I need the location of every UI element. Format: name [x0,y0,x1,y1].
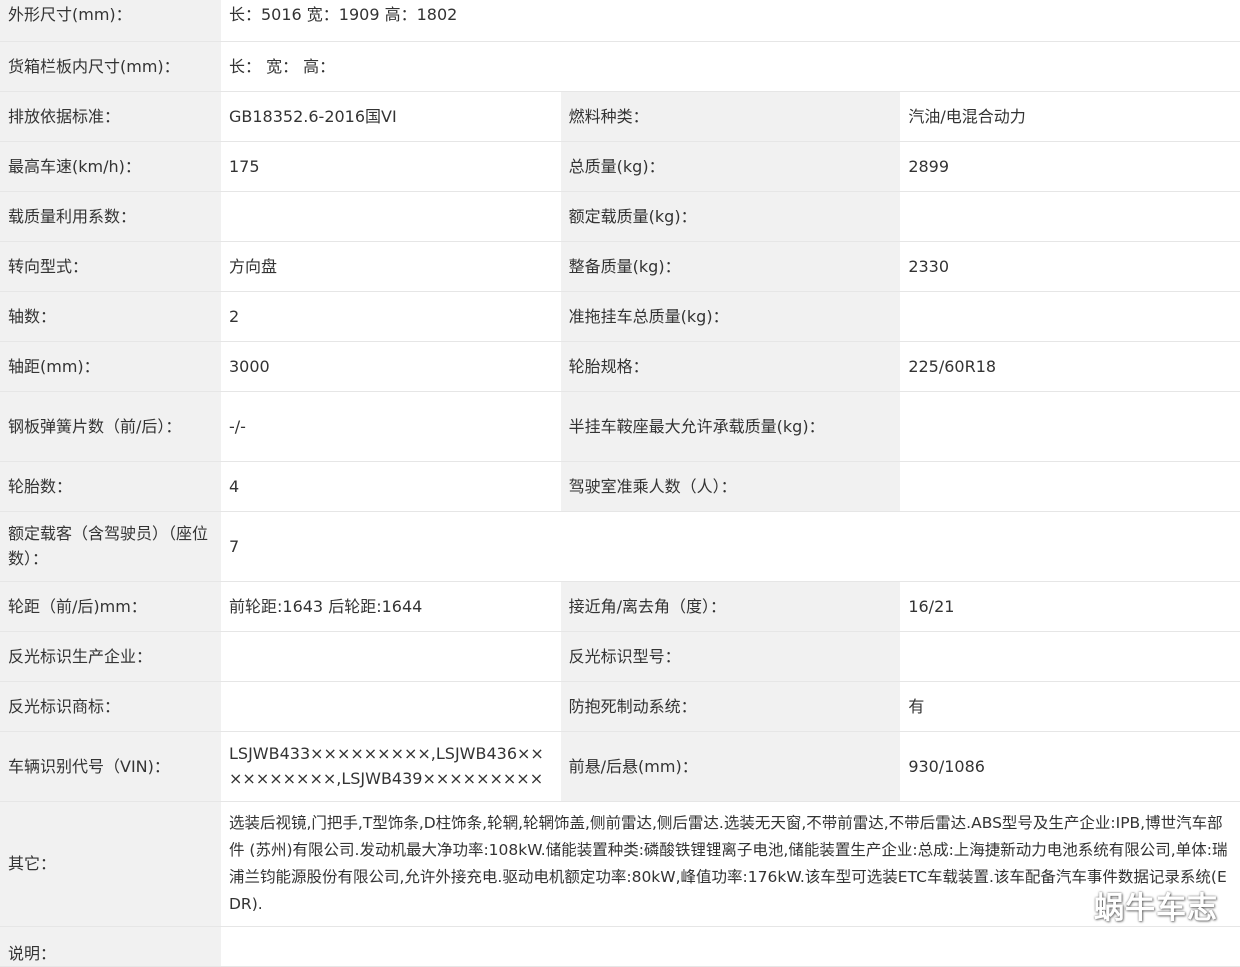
spec-value: 175 [221,141,561,192]
spec-value: 长：5016 宽：1909 高：1802 [221,0,1240,42]
spec-label: 驾驶室准乘人数（人）： [560,461,901,512]
spec-table: 外形尺寸(mm)： 长：5016 宽：1909 高：1802 货箱栏板内尺寸(m… [0,0,1240,967]
spec-label: 反光标识型号： [560,631,901,682]
spec-label: 接近角/离去角（度）： [560,581,901,632]
spec-label: 说明： [0,926,221,967]
spec-value: 长： 宽： 高： [221,41,1240,92]
table-row: 反光标识商标： 防抱死制动系统： 有 [0,681,1240,732]
table-row: 排放依据标准： GB18352.6-2016国VI 燃料种类： 汽油/电混合动力 [0,91,1240,142]
spec-label: 车辆识别代号（VIN)： [0,731,221,802]
spec-value [221,681,561,732]
spec-value: 7 [221,511,1240,582]
spec-value [221,926,1240,967]
spec-label: 前悬/后悬(mm)： [560,731,901,802]
spec-value: 汽油/电混合动力 [900,91,1240,142]
table-row: 转向型式： 方向盘 整备质量(kg)： 2330 [0,241,1240,292]
spec-label: 最高车速(km/h)： [0,141,221,192]
spec-label: 钢板弹簧片数（前/后）： [0,391,221,462]
table-row: 说明： [0,926,1240,967]
spec-value: 2 [221,291,561,342]
spec-label: 准拖挂车总质量(kg)： [560,291,901,342]
spec-value: 前轮距:1643 后轮距:1644 [221,581,561,632]
spec-label: 其它： [0,801,221,927]
spec-label: 额定载质量(kg)： [560,191,901,242]
spec-label: 整备质量(kg)： [560,241,901,292]
spec-value [221,631,561,682]
table-row: 额定载客（含驾驶员）（座位数）： 7 [0,511,1240,582]
spec-label: 转向型式： [0,241,221,292]
spec-label: 排放依据标准： [0,91,221,142]
spec-label: 轮距（前/后)mm： [0,581,221,632]
spec-value [900,631,1240,682]
spec-value: 有 [900,681,1240,732]
spec-value: 930/1086 [900,731,1240,802]
spec-value: 225/60R18 [900,341,1240,392]
spec-label: 轮胎规格： [560,341,901,392]
spec-value: 4 [221,461,561,512]
spec-label: 燃料种类： [560,91,901,142]
spec-label: 防抱死制动系统： [560,681,901,732]
spec-label: 半挂车鞍座最大允许承载质量(kg)： [560,391,901,462]
spec-value: 方向盘 [221,241,561,292]
spec-value [221,191,561,242]
spec-label: 总质量(kg)： [560,141,901,192]
table-row: 钢板弹簧片数（前/后）： -/- 半挂车鞍座最大允许承载质量(kg)： [0,391,1240,462]
spec-value: LSJWB433×××××××××,LSJWB436××××××××××,LSJ… [221,731,561,802]
spec-value: 3000 [221,341,561,392]
table-row: 货箱栏板内尺寸(mm)： 长： 宽： 高： [0,41,1240,92]
spec-value [900,391,1240,462]
spec-value [900,191,1240,242]
table-row: 车辆识别代号（VIN)： LSJWB433×××××××××,LSJWB436×… [0,731,1240,802]
spec-value: 选装后视镜,门把手,T型饰条,D柱饰条,轮辋,轮辋饰盖,侧前雷达,侧后雷达.选装… [221,801,1240,927]
spec-label: 外形尺寸(mm)： [0,0,221,42]
table-row: 轮胎数： 4 驾驶室准乘人数（人）： [0,461,1240,512]
table-row: 最高车速(km/h)： 175 总质量(kg)： 2899 [0,141,1240,192]
spec-value [900,291,1240,342]
spec-label: 反光标识生产企业： [0,631,221,682]
spec-value: 16/21 [900,581,1240,632]
table-row: 轴数： 2 准拖挂车总质量(kg)： [0,291,1240,342]
spec-value: GB18352.6-2016国VI [221,91,561,142]
spec-label: 货箱栏板内尺寸(mm)： [0,41,221,92]
spec-value [900,461,1240,512]
spec-label: 轮胎数： [0,461,221,512]
spec-label: 反光标识商标： [0,681,221,732]
spec-label: 轴距(mm)： [0,341,221,392]
spec-value: 2899 [900,141,1240,192]
table-row: 反光标识生产企业： 反光标识型号： [0,631,1240,682]
table-row: 其它： 选装后视镜,门把手,T型饰条,D柱饰条,轮辋,轮辋饰盖,侧前雷达,侧后雷… [0,801,1240,927]
spec-label: 轴数： [0,291,221,342]
table-row: 轴距(mm)： 3000 轮胎规格： 225/60R18 [0,341,1240,392]
table-row: 外形尺寸(mm)： 长：5016 宽：1909 高：1802 [0,0,1240,42]
table-row: 轮距（前/后)mm： 前轮距:1643 后轮距:1644 接近角/离去角（度）：… [0,581,1240,632]
table-row: 载质量利用系数： 额定载质量(kg)： [0,191,1240,242]
spec-label: 载质量利用系数： [0,191,221,242]
spec-value: 2330 [900,241,1240,292]
spec-value: -/- [221,391,561,462]
watermark: 蜗牛车志 [1094,891,1218,926]
spec-label: 额定载客（含驾驶员）（座位数）： [0,511,221,582]
